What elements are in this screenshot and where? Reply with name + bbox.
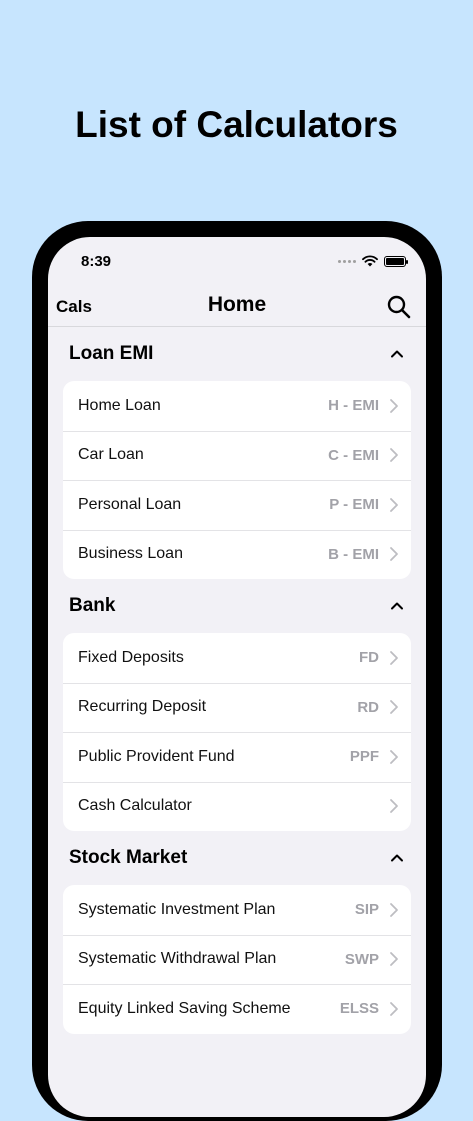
- item-label: Home Loan: [78, 396, 161, 414]
- item-badge: ELSS: [339, 1000, 379, 1018]
- chevron-up-icon[interactable]: [389, 850, 405, 866]
- calculator-list: Loan EMI Home Loan H - EMI Car Loan C - …: [48, 327, 426, 1034]
- item-badge: B - EMI: [328, 545, 379, 563]
- chevron-right-icon: [390, 799, 398, 814]
- wifi-icon: [362, 255, 378, 267]
- section-header-loan-emi[interactable]: Loan EMI: [48, 327, 426, 381]
- list-item-recurring-deposit[interactable]: Recurring Deposit RD: [63, 682, 411, 733]
- chevron-right-icon: [390, 650, 398, 665]
- item-label: Public Provident Fund: [78, 747, 235, 765]
- section-card-loan-emi: Home Loan H - EMI Car Loan C - EMI Perso…: [63, 381, 411, 579]
- item-label: Cash Calculator: [78, 797, 192, 815]
- list-item-home-loan[interactable]: Home Loan H - EMI: [63, 381, 411, 431]
- app-screen: 8:39 Cals Home Loan EMI Home Loan H - EM…: [48, 237, 426, 1117]
- chevron-right-icon: [390, 700, 398, 715]
- battery-icon: [384, 255, 408, 267]
- chevron-right-icon: [390, 902, 398, 917]
- chevron-up-icon[interactable]: [389, 346, 405, 362]
- item-label: Recurring Deposit: [78, 698, 207, 716]
- list-item-fixed-deposits[interactable]: Fixed Deposits FD: [63, 633, 411, 683]
- list-item-public-provident-fund[interactable]: Public Provident Fund PPF: [63, 732, 411, 782]
- item-label: Car Loan: [78, 446, 144, 464]
- chevron-right-icon: [390, 448, 398, 463]
- signal-dots-icon: [338, 259, 356, 263]
- item-badge: SIP: [354, 901, 379, 919]
- list-item-personal-loan[interactable]: Personal Loan P - EMI: [63, 480, 411, 530]
- item-badge: H - EMI: [328, 397, 379, 415]
- phone-frame: 8:39 Cals Home Loan EMI Home Loan H - EM…: [32, 221, 442, 1121]
- item-label: Business Loan: [78, 545, 183, 563]
- chevron-right-icon: [390, 1001, 398, 1016]
- list-item-business-loan[interactable]: Business Loan B - EMI: [63, 529, 411, 580]
- item-badge: SWP: [344, 950, 379, 968]
- list-item-elss[interactable]: Equity Linked Saving Scheme ELSS: [63, 984, 411, 1034]
- item-label: Systematic Withdrawal Plan: [78, 950, 277, 968]
- status-bar: 8:39: [48, 237, 426, 285]
- section-title: Stock Market: [69, 847, 188, 868]
- item-badge: FD: [359, 649, 379, 667]
- section-header-stock-market[interactable]: Stock Market: [48, 831, 426, 885]
- list-item-car-loan[interactable]: Car Loan C - EMI: [63, 430, 411, 481]
- section-title: Bank: [69, 595, 116, 616]
- item-badge: PPF: [349, 748, 379, 766]
- item-badge: RD: [357, 698, 379, 716]
- chevron-right-icon: [390, 547, 398, 562]
- chevron-right-icon: [390, 749, 398, 764]
- search-icon[interactable]: [386, 294, 412, 320]
- item-label: Equity Linked Saving Scheme: [78, 999, 291, 1017]
- nav-bar: Cals Home: [48, 293, 426, 327]
- page-title: Home: [207, 293, 267, 316]
- item-badge: C - EMI: [328, 446, 379, 464]
- item-label: Personal Loan: [78, 495, 182, 513]
- list-item-swp[interactable]: Systematic Withdrawal Plan SWP: [63, 934, 411, 985]
- section-card-bank: Fixed Deposits FD Recurring Deposit RD P…: [63, 633, 411, 831]
- list-item-cash-calculator[interactable]: Cash Calculator: [63, 781, 411, 832]
- section-header-bank[interactable]: Bank: [48, 579, 426, 633]
- item-badge: P - EMI: [329, 496, 379, 514]
- section-card-stock-market: Systematic Investment Plan SIP Systemati…: [63, 885, 411, 1034]
- status-icons: [338, 255, 408, 267]
- chevron-up-icon[interactable]: [389, 598, 405, 614]
- item-label: Systematic Investment Plan: [78, 900, 276, 918]
- section-title: Loan EMI: [69, 343, 154, 364]
- status-time: 8:39: [81, 253, 112, 270]
- chevron-right-icon: [390, 952, 398, 967]
- cals-nav-button[interactable]: Cals: [56, 297, 92, 317]
- chevron-right-icon: [390, 398, 398, 413]
- list-item-sip[interactable]: Systematic Investment Plan SIP: [63, 885, 411, 935]
- chevron-right-icon: [390, 497, 398, 512]
- promo-headline: List of Calculators: [75, 104, 398, 145]
- item-label: Fixed Deposits: [78, 648, 184, 666]
